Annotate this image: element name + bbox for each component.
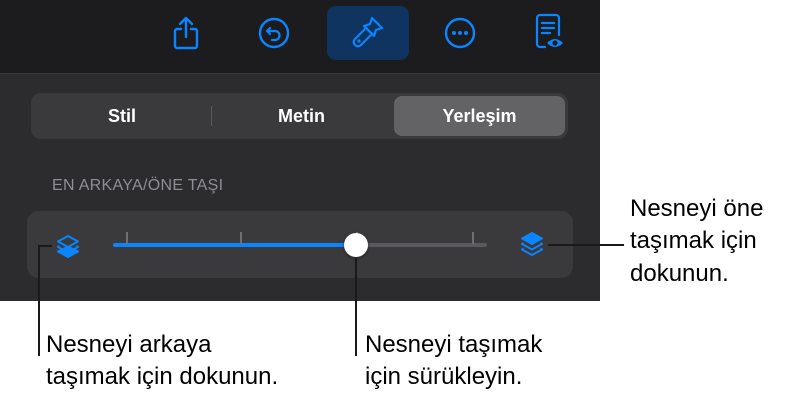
layers-back-button[interactable]: [54, 232, 82, 265]
slider-tick: [240, 232, 242, 244]
reading-view-button[interactable]: [508, 6, 590, 60]
callout-front-line: dokunun.: [630, 259, 729, 287]
share-button[interactable]: [145, 6, 227, 60]
arrange-slider-thumb[interactable]: [344, 233, 369, 257]
section-label: EN ARKAYA/ÖNE TAŞI: [52, 177, 224, 194]
callout-drag-line: Nesneyi taşımak: [365, 331, 543, 358]
undo-button[interactable]: [233, 6, 315, 60]
callout-back-leader: [38, 246, 40, 356]
format-panel: Stil Metin Yerleşim EN ARKAYA/ÖNE TAŞI: [0, 0, 600, 301]
more-button[interactable]: [419, 6, 501, 60]
paintbrush-icon: [352, 16, 384, 48]
tab-stil[interactable]: Stil: [34, 96, 210, 136]
callout-back-line: taşımak için dokunun.: [46, 363, 279, 391]
callout-drag-line: için sürükleyin.: [365, 363, 523, 391]
tab-metin[interactable]: Metin: [212, 96, 391, 136]
callout-back: Nesneyi arkaya taşımak için dokunun.: [46, 329, 278, 394]
arrange-slider-fill: [113, 243, 357, 247]
share-icon: [173, 16, 199, 50]
callout-drag-leader: [355, 258, 357, 356]
tab-control: Stil Metin Yerleşim: [31, 93, 568, 139]
slider-tick: [126, 232, 128, 244]
undo-icon: [258, 17, 290, 49]
layers-front-icon: [521, 232, 543, 256]
document-eye-icon: [535, 13, 563, 49]
ellipsis-icon: [444, 17, 476, 49]
format-button[interactable]: [327, 6, 409, 60]
callout-back-line: Nesneyi arkaya: [46, 331, 212, 358]
tab-yerlesim[interactable]: Yerleşim: [394, 96, 565, 136]
callout-front-line: taşımak için: [630, 227, 757, 255]
layers-back-icon: [57, 235, 79, 258]
callout-front: Nesneyi öne taşımak için dokunun.: [630, 193, 763, 290]
callout-front-line: Nesneyi öne: [630, 195, 764, 222]
callout-drag: Nesneyi taşımak için sürükleyin.: [365, 329, 542, 394]
callout-front-leader: [548, 244, 624, 246]
toolbar: [0, 0, 600, 74]
layers-front-button[interactable]: [518, 230, 546, 265]
slider-tick: [472, 232, 474, 244]
arrange-slider-track[interactable]: [113, 243, 487, 247]
callout-back-leader: [38, 245, 52, 247]
